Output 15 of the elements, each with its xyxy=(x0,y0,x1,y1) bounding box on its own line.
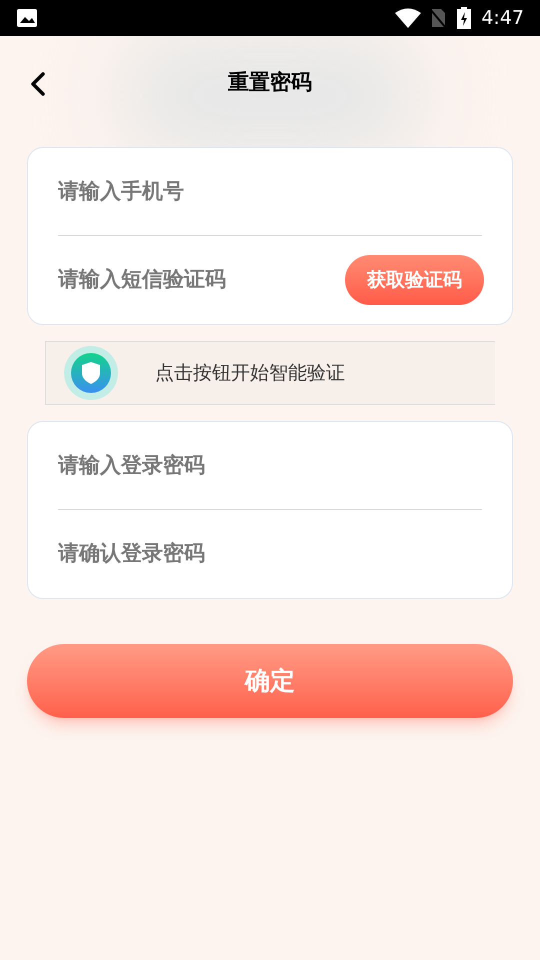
verify-prompt[interactable]: 点击按钮开始智能验证 xyxy=(155,358,345,388)
input-field[interactable]: 请输入登录密码 xyxy=(58,450,482,482)
battery-charging-icon xyxy=(457,7,472,29)
back-icon[interactable] xyxy=(28,71,48,97)
input-field[interactable]: 请确认登录密码 xyxy=(58,538,482,570)
confirm-button[interactable]: 确定 xyxy=(27,644,513,718)
wifi-icon xyxy=(395,8,422,28)
no-sim-icon xyxy=(429,8,448,28)
page-title: 重置密码 xyxy=(228,69,312,96)
input-field[interactable]: 请输入短信验证码 xyxy=(58,264,345,296)
get-code-button[interactable]: 获取验证码 xyxy=(345,255,484,305)
clock: 4:47 xyxy=(481,6,524,31)
input-field[interactable]: 请输入手机号 xyxy=(58,176,482,208)
shield-icon[interactable] xyxy=(64,346,118,400)
image-icon xyxy=(16,8,38,28)
